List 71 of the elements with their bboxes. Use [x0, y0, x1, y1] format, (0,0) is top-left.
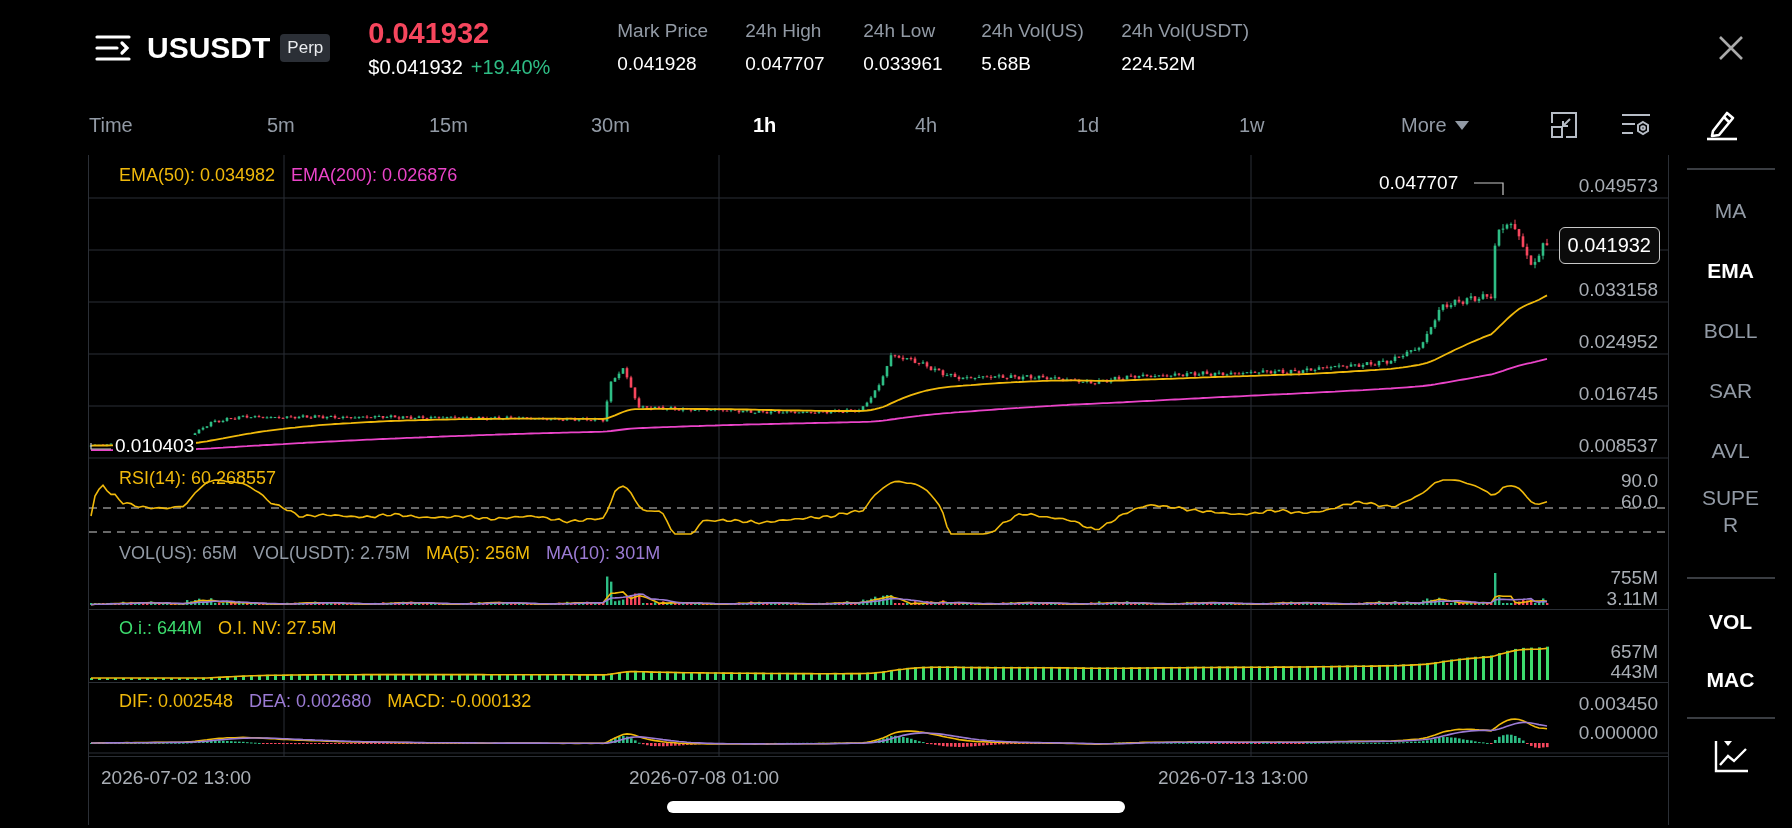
- axis-label: 443M: [1610, 661, 1658, 683]
- interval-tab[interactable]: 1h: [753, 113, 915, 137]
- time-label: Time: [89, 113, 134, 137]
- time-axis-label: 2026-07-13 13:00: [1158, 767, 1308, 789]
- axis-label: 0.003450: [1578, 693, 1658, 715]
- axis-label: 0.000000: [1578, 722, 1658, 744]
- menu-icon[interactable]: [95, 32, 131, 63]
- close-icon[interactable]: [1718, 34, 1744, 61]
- time-axis-label: 2026-07-08 01:00: [629, 767, 779, 789]
- interval-tab[interactable]: 30m: [591, 113, 753, 137]
- interval-tab[interactable]: 15m: [429, 113, 591, 137]
- stat-label: 24h Low: [863, 20, 937, 42]
- settings-icon[interactable]: [1621, 112, 1651, 138]
- indicator-option[interactable]: AVL: [1700, 421, 1761, 481]
- indicator-value: MACD: -0.000132: [387, 691, 532, 712]
- interval-tab[interactable]: 5m: [267, 113, 429, 137]
- stat-value: 224.52M: [1121, 53, 1197, 75]
- indicator-value: DEA: 0.002680: [249, 691, 372, 712]
- indicator-option[interactable]: BOLL: [1700, 301, 1761, 361]
- stat-label: Mark Price: [617, 20, 710, 42]
- axis-label: 0.049573: [1578, 175, 1658, 197]
- interval-tab[interactable]: 4h: [915, 113, 1077, 137]
- stat-label: 24h High: [745, 20, 823, 42]
- stat-value: 0.033961: [863, 53, 944, 75]
- indicator-value: MA(10): 301M: [546, 543, 661, 564]
- indicator-value: RSI(14): 60.268557: [119, 468, 277, 489]
- indicator-value: EMA(200): 0.026876: [291, 165, 458, 186]
- axis-label: 60.0: [1621, 491, 1658, 513]
- indicator-option[interactable]: SUPER: [1700, 481, 1761, 541]
- axis-label: 755M: [1610, 567, 1658, 589]
- contract-badge: Perp: [280, 33, 331, 62]
- leader-line: [1473, 182, 1504, 196]
- indicator-option[interactable]: VOL: [1700, 593, 1761, 651]
- axis-label: 0.016745: [1578, 383, 1658, 405]
- indicator-value: MA(5): 256M: [426, 543, 531, 564]
- indicator-option[interactable]: SAR: [1700, 361, 1761, 421]
- stat-value: 5.68B: [981, 53, 1032, 75]
- indicator-value: VOL(USDT): 2.75M: [253, 543, 411, 564]
- indicator-option[interactable]: EMA: [1700, 241, 1761, 301]
- interval-tab[interactable]: 1w: [1239, 113, 1401, 137]
- leader-line: [90, 442, 112, 450]
- indicator-option[interactable]: MAC: [1700, 651, 1761, 709]
- axis-label: 3.11M: [1606, 588, 1658, 610]
- axis-label: 0.024952: [1578, 331, 1658, 353]
- axis-label: 0.008537: [1578, 435, 1658, 457]
- indicator-value: O.i.: 644M: [119, 618, 203, 639]
- stat-value: 0.047707: [745, 53, 826, 75]
- current-price-tag: 0.041932: [1558, 227, 1660, 264]
- indicator-value: VOL(US): 65M: [119, 543, 238, 564]
- more-dropdown[interactable]: More: [1401, 113, 1551, 137]
- stat-label: 24h Vol(USDT): [1121, 20, 1250, 42]
- pencil-icon[interactable]: [1705, 109, 1739, 141]
- indicator-value: DIF: 0.002548: [119, 691, 234, 712]
- stat-value: 0.041928: [617, 53, 698, 75]
- interval-tab[interactable]: 1d: [1077, 113, 1239, 137]
- axis-label: 90.0: [1621, 470, 1658, 492]
- high-price-label: 0.047707: [1379, 172, 1459, 194]
- usd-price: $0.041932: [368, 55, 463, 78]
- axis-label: 0.033158: [1578, 279, 1658, 301]
- line-chart-icon[interactable]: [1713, 739, 1748, 773]
- indicator-value: EMA(50): 0.034982: [119, 165, 276, 186]
- price-change: +19.40%: [470, 55, 551, 78]
- time-axis-label: 2026-07-02 13:00: [101, 767, 251, 789]
- axis-label: 657M: [1610, 641, 1658, 663]
- last-price: 0.041932: [368, 16, 491, 50]
- expand-icon[interactable]: [1551, 112, 1577, 138]
- caret-icon: [1454, 120, 1469, 130]
- indicator-option[interactable]: MA: [1700, 181, 1761, 241]
- stat-label: 24h Vol(US): [981, 20, 1085, 42]
- indicator-value: O.I. NV: 27.5M: [218, 618, 337, 639]
- symbol-title: USUSDT: [147, 30, 271, 65]
